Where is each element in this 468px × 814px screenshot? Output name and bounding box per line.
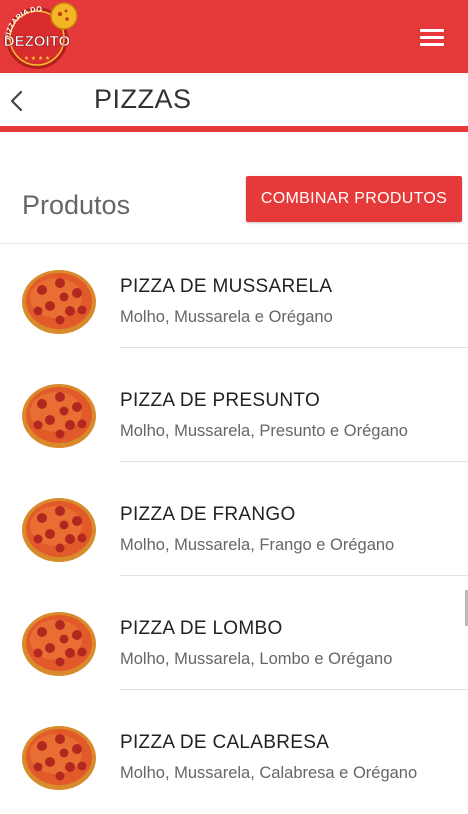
brand-logo[interactable]: PIZZARIA DO DEZOITO ★ ★ ★ ★	[0, 0, 82, 72]
product-name: PIZZA DE LOMBO	[120, 618, 283, 639]
product-description: Molho, Mussarela, Calabresa e Orégano	[120, 764, 418, 782]
list-item[interactable]: PIZZA DE CALABRESA Molho, Mussarela, Cal…	[0, 700, 468, 814]
product-description: Molho, Mussarela e Orégano	[120, 308, 333, 326]
logo-text-main: DEZOITO	[4, 33, 71, 50]
product-name: PIZZA DE CALABRESA	[120, 732, 330, 753]
product-description: Molho, Mussarela, Frango e Orégano	[120, 536, 395, 554]
list-item[interactable]: PIZZA DE FRANGO Molho, Mussarela, Frango…	[0, 472, 468, 586]
product-description: Molho, Mussarela, Presunto e Orégano	[120, 422, 408, 440]
combine-products-button[interactable]: COMBINAR PRODUTOS	[246, 176, 462, 222]
hamburger-menu-icon	[420, 29, 444, 32]
chevron-left-icon	[10, 90, 23, 112]
product-list: PIZZA DE MUSSARELA Molho, Mussarela e Or…	[0, 244, 468, 814]
item-divider	[120, 575, 468, 576]
product-name: PIZZA DE PRESUNTO	[120, 390, 321, 411]
pizza-icon	[22, 612, 96, 676]
product-name: PIZZA DE MUSSARELA	[120, 276, 333, 297]
back-button[interactable]	[6, 86, 28, 116]
pizza-icon	[22, 498, 96, 562]
pizza-icon	[22, 726, 96, 790]
list-item[interactable]: PIZZA DE MUSSARELA Molho, Mussarela e Or…	[0, 244, 468, 358]
svg-text:★ ★ ★ ★: ★ ★ ★ ★	[24, 55, 51, 62]
menu-button[interactable]	[416, 26, 448, 48]
list-item[interactable]: PIZZA DE PRESUNTO Molho, Mussarela, Pres…	[0, 358, 468, 472]
page-title: PIZZAS	[94, 84, 192, 114]
section-title: Produtos	[22, 190, 131, 220]
pizza-icon	[22, 384, 96, 448]
list-item[interactable]: PIZZA DE LOMBO Molho, Mussarela, Lombo e…	[0, 586, 468, 700]
product-name: PIZZA DE FRANGO	[120, 504, 296, 525]
app-bar: PIZZARIA DO DEZOITO ★ ★ ★ ★	[0, 0, 468, 73]
pizza-icon	[22, 270, 96, 334]
item-divider	[120, 347, 468, 348]
page-header	[0, 73, 468, 127]
item-divider	[120, 689, 468, 690]
product-description: Molho, Mussarela, Lombo e Orégano	[120, 650, 393, 668]
item-divider	[120, 461, 468, 462]
